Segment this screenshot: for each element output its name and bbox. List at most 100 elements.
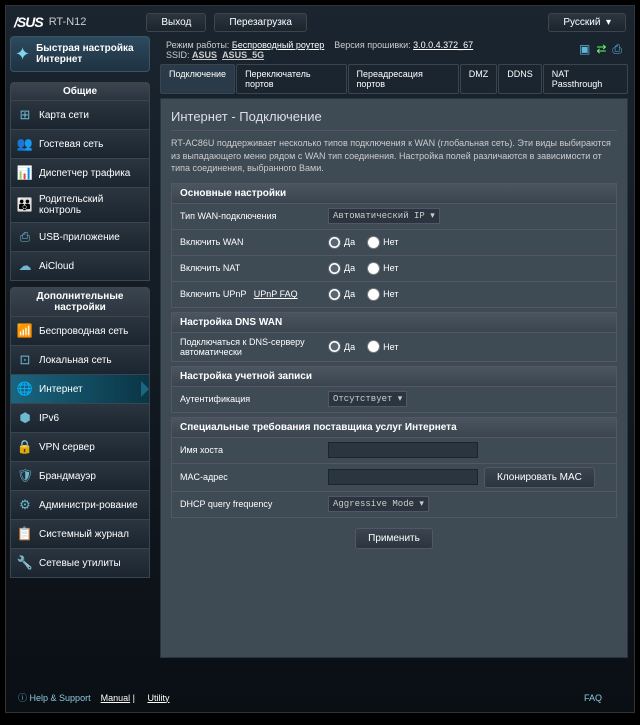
nav-icon: ⎙ <box>17 229 33 245</box>
panel-desc: RT-AC86U поддерживает несколько типов по… <box>171 137 617 175</box>
tab-4[interactable]: DDNS <box>498 64 542 94</box>
nav-label: Карта сети <box>39 110 89 121</box>
nav-label: Гостевая сеть <box>39 139 103 150</box>
help-label[interactable]: Help & Support <box>30 693 91 703</box>
nav-label: AiCloud <box>39 261 74 272</box>
tab-1[interactable]: Переключатель портов <box>236 64 346 94</box>
section-general: Общие <box>10 82 150 101</box>
mac-label: MAC-адрес <box>172 468 322 486</box>
help-icon: ⓘ <box>18 691 27 704</box>
nav-локальная-сеть[interactable]: ⊡Локальная сеть <box>10 346 150 375</box>
nav-label: Беспроводная сеть <box>39 326 128 337</box>
nav-ipv6[interactable]: ⬢ IPv6 <box>10 404 150 433</box>
nav-гостевая-сеть[interactable]: 👥 Гостевая сеть <box>10 130 150 159</box>
dhcp-freq-select[interactable]: Aggressive Mode ▾ <box>328 496 429 512</box>
tab-3[interactable]: DMZ <box>460 64 498 94</box>
hostname-label: Имя хоста <box>172 441 322 459</box>
nav-vpn-сервер[interactable]: 🔒 VPN сервер <box>10 433 150 462</box>
group-isp: Специальные требования поставщика услуг … <box>171 417 617 438</box>
nav-icon: ⬢ <box>17 410 33 426</box>
dns-auto-label: Подключаться к DNS-серверу автоматически <box>172 333 322 361</box>
dns-auto-yes[interactable]: Да <box>328 340 355 353</box>
nav-администри-рование[interactable]: ⚙ Администри-рование <box>10 491 150 520</box>
nav-сетевые-утилиты[interactable]: 🔧Сетевые утилиты <box>10 549 150 578</box>
dhcp-freq-label: DHCP query frequency <box>172 495 322 513</box>
enable-upnp-yes[interactable]: Да <box>328 288 355 301</box>
nav-icon: ⊞ <box>17 107 33 123</box>
tab-0[interactable]: Подключение <box>160 64 235 94</box>
nav-диспетчер-трафика[interactable]: 📊Диспетчер трафика <box>10 159 150 188</box>
nav-брандмауэр[interactable]: 🛡 Брандмауэр <box>10 462 150 491</box>
utility-link[interactable]: Utility <box>147 693 169 703</box>
nav-usb-приложение[interactable]: ⎙ USB-приложение <box>10 223 150 252</box>
nav-label: USB-приложение <box>39 232 120 243</box>
nav-aicloud[interactable]: ☁ AiCloud <box>10 252 150 281</box>
group-dns: Настройка DNS WAN <box>171 312 617 333</box>
enable-wan-yes[interactable]: Да <box>328 236 355 249</box>
enable-wan-no[interactable]: Нет <box>367 236 398 249</box>
language-label: Русский <box>563 17 600 28</box>
quick-line2: Интернет <box>36 54 82 65</box>
ssid1: ASUS <box>192 50 217 60</box>
nav-label: Брандмауэр <box>39 471 96 482</box>
clone-mac-button[interactable]: Клонировать MAC <box>484 467 595 488</box>
nav-icon: 👪 <box>17 197 33 213</box>
group-acct: Настройка учетной записи <box>171 366 617 387</box>
enable-nat-no[interactable]: Нет <box>367 262 398 275</box>
nav-label: Интернет <box>39 384 83 395</box>
enable-upnp-label: Включить UPnP <box>180 289 246 299</box>
nav-беспроводная-сеть[interactable]: 📶 Беспроводная сеть <box>10 317 150 346</box>
enable-wan-label: Включить WAN <box>172 233 322 251</box>
nav-интернет[interactable]: 🌐 Интернет <box>10 375 150 404</box>
nav-родительский-контроль[interactable]: 👪 Родительский контроль <box>10 188 150 223</box>
upnp-faq-link[interactable]: UPnP FAQ <box>254 289 298 299</box>
status-icon-2[interactable]: ⇄ <box>596 42 606 57</box>
nav-icon: ☁ <box>17 258 33 274</box>
nav-label: IPv6 <box>39 413 59 424</box>
fw-label: Версия прошивки: <box>334 40 410 50</box>
fw-link[interactable]: 3.0.0.4.372_67 <box>413 40 473 50</box>
enable-nat-yes[interactable]: Да <box>328 262 355 275</box>
ssid2: ASUS_5G <box>222 50 264 60</box>
tab-2[interactable]: Переадресация портов <box>348 64 459 94</box>
hostname-input[interactable] <box>328 442 478 458</box>
status-icon-3[interactable]: ⎙ <box>612 42 622 57</box>
reboot-button[interactable]: Перезагрузка <box>214 13 307 32</box>
dns-auto-no[interactable]: Нет <box>367 340 398 353</box>
ssid-label: SSID: <box>166 50 190 60</box>
magic-wand-icon: ✦ <box>15 44 30 65</box>
nav-icon: 🛡 <box>17 468 33 484</box>
nav-icon: ⊡ <box>17 352 33 368</box>
logout-button[interactable]: Выход <box>146 13 206 32</box>
auth-select[interactable]: Отсутствует ▾ <box>328 391 407 407</box>
section-advanced: Дополнительные настройки <box>10 287 150 317</box>
nav-icon: 🌐 <box>17 381 33 397</box>
nav-icon: 📋 <box>17 526 33 542</box>
mode-link[interactable]: Беспроводный роутер <box>232 40 324 50</box>
nav-icon: 🔒 <box>17 439 33 455</box>
enable-upnp-no[interactable]: Нет <box>367 288 398 301</box>
group-basic: Основные настройки <box>171 183 617 204</box>
nav-icon: ⚙ <box>17 497 33 513</box>
nav-label: Администри-рование <box>39 500 138 511</box>
auth-label: Аутентификация <box>172 390 322 408</box>
panel-title: Интернет - Подключение <box>171 109 617 131</box>
wan-type-select[interactable]: Автоматический IP ▾ <box>328 208 440 224</box>
apply-button[interactable]: Применить <box>355 528 433 549</box>
faq-link[interactable]: FAQ <box>584 693 602 703</box>
status-icon-1[interactable]: ▣ <box>579 42 590 57</box>
mac-input[interactable] <box>328 469 478 485</box>
nav-карта-сети[interactable]: ⊞ Карта сети <box>10 101 150 130</box>
nav-label: Родительский контроль <box>39 194 143 216</box>
quick-setup-button[interactable]: ✦ Быстрая настройкаИнтернет <box>10 36 150 72</box>
model-name: RT-N12 <box>49 16 87 28</box>
nav-label: VPN сервер <box>39 442 95 453</box>
mode-label: Режим работы: <box>166 40 229 50</box>
quick-line1: Быстрая настройка <box>36 43 133 54</box>
manual-link[interactable]: Manual <box>101 693 131 703</box>
nav-системный-журнал[interactable]: 📋Системный журнал <box>10 520 150 549</box>
nav-icon: 📶 <box>17 323 33 339</box>
nav-icon: 👥 <box>17 136 33 152</box>
tab-5[interactable]: NAT Passthrough <box>543 64 628 94</box>
language-select[interactable]: Русский ▾ <box>548 13 626 32</box>
